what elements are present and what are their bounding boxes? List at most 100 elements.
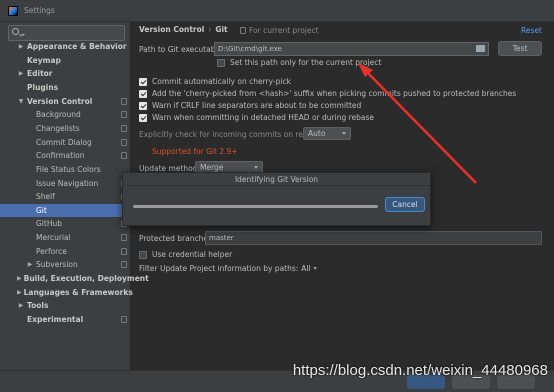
project-scope-icon	[121, 152, 127, 160]
set-path-only-checkbox[interactable]	[217, 58, 225, 67]
project-scope-icon	[121, 111, 127, 119]
project-icon	[240, 27, 246, 34]
filter-update-value[interactable]: All	[301, 264, 310, 273]
sidebar-item-git[interactable]: Git	[0, 203, 131, 217]
sidebar-item-label: Version Control	[27, 96, 93, 106]
sidebar-item-label: Tools	[27, 301, 49, 311]
chevron-right-icon[interactable]: ▶	[17, 275, 22, 282]
chevron-down-icon: ▾	[313, 265, 317, 272]
sidebar-item-version-control[interactable]: ▼ Version Control	[0, 95, 131, 108]
commit-cherry-pick-checkbox[interactable]	[139, 77, 147, 86]
commit-cherry-pick-row[interactable]: Commit automatically on cherry-pick	[139, 77, 291, 86]
breadcrumb-version-control: Version Control	[139, 25, 205, 34]
sidebar-item-issue-navigation[interactable]: Issue Navigation	[0, 177, 131, 190]
sidebar-item-label: Experimental	[27, 315, 84, 324]
project-scope-icon	[121, 247, 127, 255]
chevron-right-icon[interactable]: ▶	[17, 43, 25, 50]
protected-branches-value: master	[209, 234, 234, 242]
sidebar-item-shelf[interactable]: Shelf	[0, 190, 131, 203]
for-current-project-label: For current project	[249, 26, 319, 35]
warn-detached-checkbox[interactable]	[139, 113, 147, 122]
set-path-only-row[interactable]: Set this path only for the current proje…	[217, 58, 381, 67]
breadcrumb-git: Git	[215, 25, 228, 34]
sidebar-item-changelists[interactable]: Changelists	[0, 122, 131, 135]
test-button[interactable]: Test	[498, 41, 542, 56]
window-title: Settings	[24, 6, 55, 15]
chevron-right-icon[interactable]: ▶	[17, 302, 25, 309]
project-scope-icon	[121, 97, 127, 105]
sidebar-item-github[interactable]: GitHub	[0, 217, 131, 230]
filter-update-label: Filter Update Project information by pat…	[139, 264, 299, 273]
add-cherry-suffix-checkbox[interactable]	[139, 89, 147, 98]
for-current-project-note: For current project	[240, 26, 319, 35]
sidebar-item-mercurial[interactable]: Mercurial	[0, 231, 131, 244]
project-scope-icon	[121, 261, 127, 269]
identifying-git-version-dialog: Identifying Git Version Cancel	[122, 172, 431, 226]
sidebar-item-label: File Status Colors	[36, 164, 101, 174]
sidebar-item-confirmation[interactable]: Confirmation	[0, 149, 131, 162]
sidebar-item-label: Git	[36, 205, 47, 215]
sidebar-item-subversion[interactable]: ▶ Subversion	[0, 258, 131, 271]
explicit-check-select[interactable]: Auto	[303, 127, 351, 140]
sidebar-item-label: Changelists	[36, 123, 80, 133]
sidebar-item-background[interactable]: Background	[0, 108, 131, 121]
sidebar-item-commit-dialog[interactable]: Commit Dialog	[0, 136, 131, 149]
sidebar-item-keymap[interactable]: Keymap	[0, 54, 131, 67]
chevron-down-icon[interactable]: ▼	[17, 98, 25, 105]
project-scope-icon	[121, 316, 127, 323]
browse-folder-icon[interactable]	[476, 45, 485, 52]
reset-link[interactable]: Reset	[521, 26, 542, 35]
git-path-input[interactable]: D:\Git\cmd\git.exe	[214, 42, 489, 56]
git-path-value: D:\Git\cmd\git.exe	[218, 45, 282, 53]
cancel-button[interactable]: Cancel	[385, 197, 425, 212]
sidebar-item-build-execution-deployment[interactable]: ▶ Build, Execution, Deployment	[0, 272, 149, 285]
sidebar-item-label: GitHub	[36, 219, 62, 229]
sidebar-item-label: Confirmation	[36, 151, 85, 161]
project-scope-icon	[121, 124, 127, 132]
filter-update-row[interactable]: Filter Update Project information by pat…	[139, 264, 317, 273]
sidebar-item-plugins[interactable]: Plugins	[0, 81, 131, 94]
explicit-check-label: Explicitly check for incoming commits on…	[139, 130, 329, 139]
sidebar-item-experimental[interactable]: Experimental	[0, 313, 131, 326]
set-path-only-label: Set this path only for the current proje…	[230, 58, 382, 67]
sidebar-item-label: Appearance & Behavior	[27, 42, 127, 51]
sidebar-item-tools[interactable]: ▶ Tools	[0, 299, 131, 312]
chevron-right-icon[interactable]: ▶	[17, 289, 22, 296]
sidebar-item-label: Languages & Frameworks	[23, 287, 133, 297]
add-cherry-suffix-label: Add the 'cherry-picked from <hash>' suff…	[152, 89, 517, 98]
breadcrumb: Version Control › Git	[139, 25, 228, 34]
sidebar-item-label: Build, Execution, Deployment	[23, 274, 149, 284]
sidebar-item-languages-frameworks[interactable]: ▶ Languages & Frameworks	[0, 286, 133, 299]
breadcrumb-separator: ›	[208, 25, 212, 34]
chevron-down-icon	[254, 166, 258, 169]
settings-sidebar: ▶ Appearance & Behavior Keymap ▶ Editor Plugi…	[0, 22, 149, 370]
sidebar-item-label: Editor	[27, 69, 53, 79]
warn-detached-row[interactable]: Warn when committing in detached HEAD or…	[139, 113, 374, 122]
sidebar-item-perforce[interactable]: Perforce	[0, 245, 131, 258]
update-method-value: Merge	[200, 163, 224, 172]
chevron-right-icon[interactable]: ▶	[26, 261, 34, 268]
credential-helper-label: Use credential helper	[152, 250, 233, 259]
sidebar-item-label: Shelf	[36, 192, 55, 202]
warn-crlf-checkbox[interactable]	[139, 101, 147, 110]
progress-bar	[133, 205, 378, 208]
credential-helper-row[interactable]: Use credential helper	[139, 250, 232, 259]
sidebar-item-appearance-behavior[interactable]: ▶ Appearance & Behavior	[0, 40, 131, 53]
project-scope-icon	[121, 138, 127, 146]
warn-crlf-row[interactable]: Warn if CRLF line separators are about t…	[139, 101, 361, 110]
search-options-chevron-icon	[21, 34, 25, 36]
app-logo-icon	[8, 5, 18, 16]
credential-helper-checkbox[interactable]	[139, 250, 147, 259]
search-icon	[12, 28, 19, 35]
chevron-right-icon[interactable]: ▶	[17, 70, 25, 77]
sidebar-item-file-status-colors[interactable]: File Status Colors	[0, 163, 131, 176]
protected-branches-input[interactable]: master	[205, 231, 542, 245]
supported-git-note: Supported for Git 2.9+	[152, 147, 238, 156]
project-scope-icon	[121, 234, 127, 242]
settings-search-input[interactable]	[8, 25, 125, 41]
sidebar-item-label: Commit Dialog	[36, 137, 92, 147]
window-titlebar: Settings	[0, 0, 554, 22]
sidebar-item-editor[interactable]: ▶ Editor	[0, 67, 131, 80]
sidebar-item-label: Perforce	[36, 246, 67, 256]
add-cherry-suffix-row[interactable]: Add the 'cherry-picked from <hash>' suff…	[139, 89, 516, 98]
